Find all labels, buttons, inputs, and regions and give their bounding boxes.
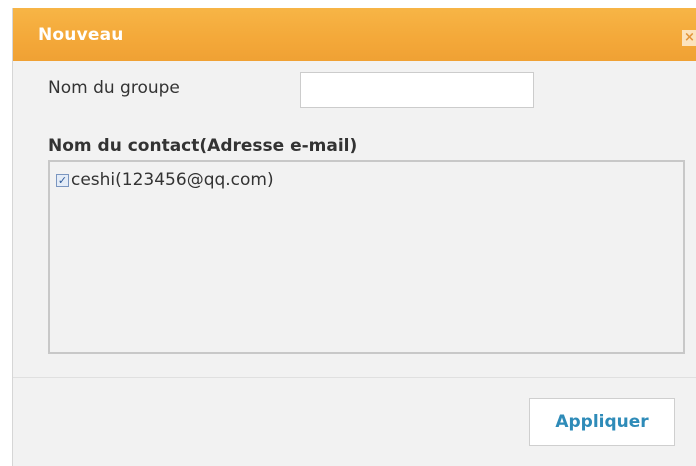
footer-divider	[13, 377, 696, 378]
dialog-titlebar: Nouveau ×	[13, 8, 696, 61]
close-icon[interactable]: ×	[682, 30, 696, 46]
contact-name-label: Nom du contact(Adresse e-mail)	[48, 136, 358, 156]
contact-list[interactable]: ✓ ceshi(123456@qq.com)	[48, 160, 685, 354]
list-item[interactable]: ✓ ceshi(123456@qq.com)	[56, 170, 274, 190]
contact-label: ceshi(123456@qq.com)	[71, 170, 274, 190]
dialog-title: Nouveau	[38, 25, 124, 45]
group-name-input[interactable]	[300, 72, 534, 108]
apply-button[interactable]: Appliquer	[529, 398, 675, 446]
new-group-dialog: Nouveau × Nom du groupe Nom du contact(A…	[12, 8, 696, 466]
group-name-label: Nom du groupe	[48, 78, 180, 98]
contact-checkbox[interactable]: ✓	[56, 173, 69, 187]
